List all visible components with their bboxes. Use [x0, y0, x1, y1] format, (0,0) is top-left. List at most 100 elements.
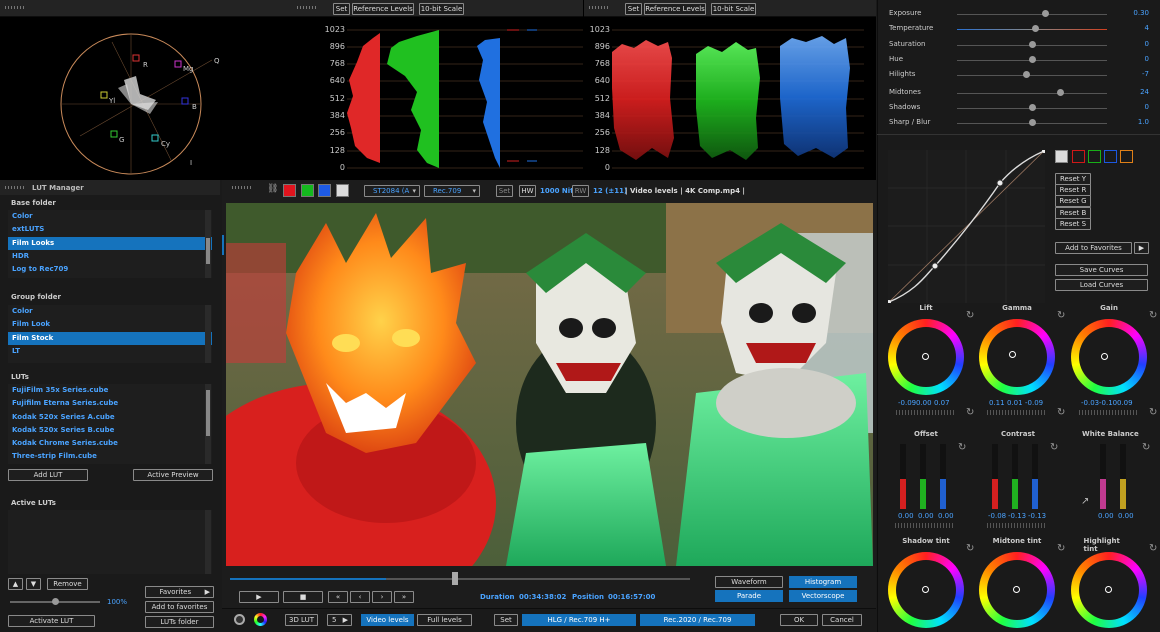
histogram-set-button[interactable]: Set [333, 3, 350, 15]
link-icon[interactable]: ⛓ [267, 184, 278, 194]
offset-blue-bar[interactable] [940, 444, 946, 509]
hlg-button[interactable]: HLG / Rec.709 H+ [522, 614, 636, 626]
lift-reset-icon[interactable]: ↻ [966, 310, 974, 321]
green-channel-button[interactable] [301, 184, 314, 197]
group-folder-item[interactable]: LT [8, 345, 212, 358]
highlight-tint-wheel-handle[interactable] [1105, 586, 1112, 593]
video-levels-button[interactable]: Video levels [361, 614, 414, 626]
contrast-master-slider[interactable] [987, 523, 1047, 528]
blue-channel-button[interactable] [318, 184, 331, 197]
base-folder-item[interactable]: Log to Rec709 [8, 263, 212, 276]
gain-wheel[interactable] [1071, 319, 1147, 395]
luma-channel-button[interactable] [336, 184, 349, 197]
rw-button[interactable]: RW [572, 185, 589, 197]
viewer-left-scroll[interactable] [222, 235, 224, 255]
offset-green-bar[interactable] [920, 444, 926, 509]
timeline-playhead[interactable] [452, 572, 458, 585]
offset-master-slider[interactable] [895, 523, 955, 528]
offset-reset-icon[interactable]: ↻ [958, 442, 966, 453]
gamma-wheel-handle[interactable] [1009, 351, 1016, 358]
contrast-blue-bar[interactable] [1032, 444, 1038, 509]
gamma-reset-icon[interactable]: ↻ [1057, 310, 1065, 321]
curve-swatch-red[interactable] [1072, 150, 1085, 163]
add-curve-favorites-button[interactable]: Add to Favorites [1055, 242, 1132, 254]
lift-master-slider[interactable] [896, 410, 956, 415]
play-button[interactable]: ▶ [239, 591, 279, 603]
contrast-green-bar[interactable] [1012, 444, 1018, 509]
gain-wheel-handle[interactable] [1101, 353, 1108, 360]
curve-swatch-saturation[interactable] [1120, 150, 1133, 163]
favorites-dropdown[interactable]: Favorites ▶ [145, 586, 214, 598]
gain-reset-icon[interactable]: ↻ [1149, 310, 1157, 321]
white-balance-yellow-bar[interactable] [1120, 444, 1126, 509]
lut-opacity-slider[interactable] [10, 598, 100, 605]
adjustment-track[interactable] [957, 92, 1107, 94]
lut-opacity-knob[interactable] [52, 598, 59, 605]
base-folder-item[interactable]: Film Looks [8, 236, 212, 250]
gamma-master-slider[interactable] [987, 410, 1047, 415]
lut-file-item[interactable]: Kodak 520x Series B.cube [8, 424, 212, 437]
adjustment-track[interactable] [957, 75, 1107, 77]
shadow-tint-reset-icon[interactable]: ↻ [966, 543, 974, 554]
adjustment-row[interactable]: Shadows 0 [889, 102, 1149, 114]
parade-set-button[interactable]: Set [625, 3, 642, 15]
lut-number-stepper[interactable]: 5 ▶ [327, 614, 352, 626]
add-lut-button[interactable]: Add LUT [8, 469, 88, 481]
base-folder-item[interactable]: HDR [8, 250, 212, 263]
lut-file-item[interactable]: FujiFilm 35x Series.cube [8, 384, 212, 397]
activate-lut-button[interactable]: Activate LUT [8, 615, 95, 627]
active-luts-scrollbar[interactable] [205, 510, 211, 574]
midtone-tint-reset-icon[interactable]: ↻ [1057, 543, 1065, 554]
gamut-select[interactable]: Rec.709 ▾ [424, 185, 480, 197]
active-preview-button[interactable]: Active Preview [133, 469, 213, 481]
luts-list[interactable]: FujiFilm 35x Series.cube Fujifilm Eterna … [8, 384, 212, 464]
offset-red-bar[interactable] [900, 444, 906, 509]
curves-editor[interactable] [888, 150, 1045, 303]
adjustment-knob[interactable] [1028, 55, 1036, 63]
base-folder-item[interactable]: extLUTS [8, 223, 212, 236]
full-levels-button[interactable]: Full levels [417, 614, 472, 626]
viewer-set-button[interactable]: Set [496, 185, 513, 197]
gain-master-slider[interactable] [1079, 410, 1139, 415]
hw-button[interactable]: HW [519, 185, 536, 197]
white-balance-magenta-bar[interactable] [1100, 444, 1106, 509]
white-balance-reset-icon[interactable]: ↻ [1142, 442, 1150, 453]
red-channel-button[interactable] [283, 184, 296, 197]
curve-swatch-green[interactable] [1088, 150, 1101, 163]
move-down-button[interactable]: ▼ [26, 578, 41, 590]
luts-folder-button[interactable]: LUTs folder [145, 616, 214, 628]
group-folder-item[interactable]: Film Look [8, 318, 212, 331]
rec2020-button[interactable]: Rec.2020 / Rec.709 [640, 614, 755, 626]
lut-file-item[interactable]: Kodak 520x Series A.cube [8, 411, 212, 424]
next-frame-button[interactable]: › [372, 591, 392, 603]
histogram-scale-button[interactable]: 10-bit Scale [419, 3, 464, 15]
adjustment-knob[interactable] [1028, 119, 1036, 127]
base-folder-scrollbar[interactable] [205, 210, 211, 278]
remove-button[interactable]: Remove [47, 578, 88, 590]
curve-swatch-blue[interactable] [1104, 150, 1117, 163]
adjustment-row[interactable]: Saturation 0 [889, 39, 1149, 51]
histogram-button[interactable]: Histogram [789, 576, 857, 588]
base-folder-item[interactable]: Color [8, 210, 212, 223]
gamma-wheel[interactable] [979, 319, 1055, 395]
add-to-favorites-button[interactable]: Add to favorites [145, 601, 214, 613]
ok-button[interactable]: OK [780, 614, 818, 626]
adjustment-row[interactable]: Exposure 0.30 [889, 8, 1149, 20]
reset-g-button[interactable]: Reset G [1055, 195, 1091, 207]
base-folder-list[interactable]: Color extLUTS Film Looks HDR Log to Rec709 [8, 210, 212, 278]
load-curves-button[interactable]: Load Curves [1055, 279, 1148, 291]
lift-wheel-handle[interactable] [922, 353, 929, 360]
curve-swatch-luma[interactable] [1055, 150, 1068, 163]
adjustment-knob[interactable] [1028, 103, 1036, 111]
highlight-tint-reset-icon[interactable]: ↻ [1149, 543, 1157, 554]
adjustment-track[interactable] [957, 14, 1107, 15]
adjustment-knob[interactable] [1022, 71, 1030, 79]
lut-file-item[interactable]: Kodak Chrome Series.cube [8, 437, 212, 450]
group-folder-item[interactable]: Film Stock [8, 331, 212, 345]
adjustment-knob[interactable] [1057, 88, 1064, 96]
adjustment-knob[interactable] [1042, 10, 1049, 17]
stop-button[interactable]: ■ [283, 591, 323, 603]
record-icon[interactable] [234, 614, 245, 625]
luts-scrollbar[interactable] [205, 384, 211, 464]
rewind-button[interactable]: « [328, 591, 348, 603]
